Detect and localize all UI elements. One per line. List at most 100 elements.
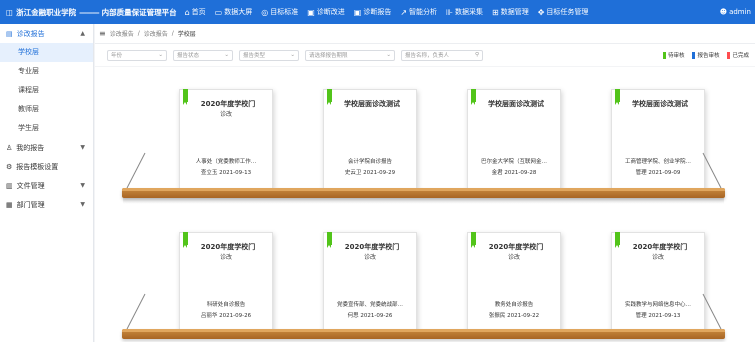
nav-analysis[interactable]: ↗ 智能分析 [400, 7, 437, 17]
sidebar-item-teacher[interactable]: 教师层 [0, 100, 93, 119]
legend-swatch [692, 51, 696, 59]
building-icon: ▦ [6, 200, 13, 209]
sidebar-group-label: 部门管理 [16, 200, 45, 209]
gear-icon: ⚙ [6, 162, 13, 171]
breadcrumb-sep: / [171, 30, 174, 37]
report-title: 学校层面诊改测试 [344, 100, 400, 108]
sidebar-item-course[interactable]: 课程层 [0, 81, 93, 100]
report-card[interactable]: 学校层面诊改测试 会计学院自诊报告 史云卫 2021-09-29 [323, 89, 417, 189]
sidebar-group-label: 报告模板设置 [16, 162, 59, 171]
sidebar-group-template[interactable]: ⚙ 报告模板设置 [0, 157, 93, 176]
report-title: 2020年度学校门 [488, 243, 544, 251]
report-title: 学校层面诊改测试 [488, 100, 544, 108]
status-bookmark-icon [615, 232, 620, 248]
type-select[interactable]: 报告类型 ⌄ [239, 49, 299, 61]
shelf-bracket-right [702, 293, 722, 330]
shelf-bracket-left [126, 152, 146, 189]
nav-big-screen[interactable]: ▭ 数据大屏 [215, 7, 253, 17]
status-legend: 待审核 报告审核 已完成 [662, 51, 755, 59]
sidebar-item-school[interactable]: 学校层 [0, 43, 93, 62]
nav-home[interactable]: ⌂ 首页 [185, 7, 206, 17]
report-name: 工商管理学院、创业学院… [624, 159, 691, 165]
nav-label: 数据采集 [455, 8, 484, 16]
sidebar-group-diag-report[interactable]: ▤ 诊改报告 ▲ [0, 24, 93, 43]
report-title: 2020年度学校门 [200, 243, 256, 251]
report-card[interactable]: 学校层面诊改测试 巴尔金大学院（互联网金… 金君 2021-09-28 [467, 89, 561, 189]
report-card[interactable]: 2020年度学校门 诊改 党委宣传部、党委统战部… 何思 2021-09-26 [323, 232, 417, 332]
report-card[interactable]: 2020年度学校门 诊改 科研处自诊报告 吕丽华 2021-09-26 [179, 232, 273, 332]
chevron-up-icon: ▲ [80, 30, 85, 37]
status-bookmark-icon [183, 89, 188, 105]
breadcrumb-item[interactable]: 诊改报告 [110, 29, 134, 38]
user-menu[interactable]: ☻ admin [720, 0, 751, 24]
shelf-plank [122, 188, 725, 198]
chevron-down-icon: ⌄ [224, 52, 229, 58]
status-bookmark-icon [471, 89, 476, 105]
legend-label: 报告审核 [697, 53, 720, 59]
sidebar-item-student[interactable]: 学生层 [0, 119, 93, 138]
menu-toggle-icon[interactable]: ≡ [99, 29, 106, 38]
breadcrumb-current: 学校层 [177, 31, 196, 38]
report-name: 实践教学与网络信息中心… [624, 302, 691, 308]
nav-collect[interactable]: ⊪ 数据采集 [446, 7, 483, 17]
legend-item: 已完成 [727, 51, 749, 59]
report-meta: 史云卫 2021-09-29 [344, 170, 396, 176]
status-bookmark-icon [471, 232, 476, 248]
brand: ◫ 浙江金融职业学院 ——— 内部质量保证管理平台 [0, 7, 177, 18]
sidebar: ▤ 诊改报告 ▲ 学校层 专业层 课程层 教师层 学生层 ♙ 我的报告 ▼ ⚙ … [0, 24, 94, 342]
nav-reports[interactable]: ▣ 诊断报告 [354, 7, 392, 17]
nav-label: 诊断报告 [363, 8, 392, 16]
sidebar-group-label: 我的报告 [16, 143, 45, 152]
search-input[interactable]: 报告名称，负责人 ⚲ [401, 49, 483, 61]
nav-label: 诊断改进 [316, 8, 345, 16]
report-card[interactable]: 2020年度学校门 诊改 教务处自诊报告 张振民 2021-09-22 [467, 232, 561, 332]
main-nav: ⌂ 首页 ▭ 数据大屏 ◎ 目标标准 ▣ 诊断改进 ▣ 诊断报告 ↗ 智能分析 ⊪ 数据采集 … [185, 7, 589, 17]
shelf-bracket-right [702, 152, 722, 189]
nav-targets[interactable]: ◎ 目标标准 [261, 7, 298, 17]
top-navbar: ◫ 浙江金融职业学院 ——— 内部质量保证管理平台 ⌂ 首页 ▭ 数据大屏 ◎ 目标标… [0, 0, 755, 24]
clipboard-icon: ▣ [307, 7, 315, 17]
target-icon: ◎ [261, 7, 269, 17]
nav-label: 数据大屏 [224, 8, 253, 16]
brand-name: 浙江金融职业学院 [16, 7, 77, 17]
user-name: admin [729, 8, 751, 16]
report-meta: 张振民 2021-09-22 [488, 313, 540, 319]
legend-label: 待审核 [667, 53, 685, 59]
chevron-down-icon: ▼ [80, 144, 85, 151]
report-subtitle: 诊改 [651, 254, 664, 261]
report-meta: 吕丽华 2021-09-26 [200, 313, 252, 319]
report-subtitle: 诊改 [219, 254, 232, 261]
breadcrumb-item[interactable]: 诊改报告 [144, 29, 168, 38]
shelf-plank [122, 329, 725, 339]
sidebar-group-my-report[interactable]: ♙ 我的报告 ▼ [0, 138, 93, 157]
sidebar-item-major[interactable]: 专业层 [0, 62, 93, 81]
sidebar-group-label: 文件管理 [16, 181, 45, 190]
bar-chart-icon: ⊪ [446, 7, 454, 17]
report-meta: 管理 2021-09-13 [635, 313, 681, 319]
sidebar-group-department[interactable]: ▦ 部门管理 ▼ [0, 195, 93, 214]
nav-task-manage[interactable]: ✥ 目标任务管理 [538, 7, 589, 17]
nav-label: 数据管理 [500, 8, 529, 16]
report-name: 党委宣传部、党委统战部… [336, 302, 403, 308]
report-card[interactable]: 2020年度学校门 诊改 实践教学与网络信息中心… 管理 2021-09-13 [611, 232, 705, 332]
monitor-icon: ▭ [214, 7, 223, 17]
report-bookshelf: 2020年度学校门 诊改 人事处（党委教师工作… 查立玉 2021-09-13 … [95, 67, 755, 342]
period-select[interactable]: 请选择报告期限 ⌄ [305, 49, 395, 61]
report-card[interactable]: 学校层面诊改测试 工商管理学院、创业学院… 管理 2021-09-09 [611, 89, 705, 189]
select-placeholder: 报告状态 [177, 53, 200, 59]
shelf-bracket-left [126, 293, 146, 330]
nav-label: 首页 [191, 8, 206, 16]
nav-diagnosis[interactable]: ▣ 诊断改进 [307, 7, 345, 17]
sidebar-group-files[interactable]: ▥ 文件管理 ▼ [0, 176, 93, 195]
nav-data-manage[interactable]: ⊞ 数据管理 [492, 7, 529, 17]
nav-label: 智能分析 [409, 8, 438, 16]
platform-name: 内部质量保证管理平台 [101, 7, 177, 17]
report-card[interactable]: 2020年度学校门 诊改 人事处（党委教师工作… 查立玉 2021-09-13 [179, 89, 273, 189]
status-bookmark-icon [327, 232, 332, 248]
breadcrumb: ≡ 诊改报告 / 诊改报告 / 学校层 [95, 24, 755, 44]
status-select[interactable]: 报告状态 ⌄ [173, 49, 233, 61]
year-select[interactable]: 年份 ⌄ [107, 49, 167, 61]
search-icon[interactable]: ⚲ [475, 52, 479, 58]
report-subtitle: 诊改 [363, 254, 376, 261]
legend-swatch [727, 51, 731, 59]
